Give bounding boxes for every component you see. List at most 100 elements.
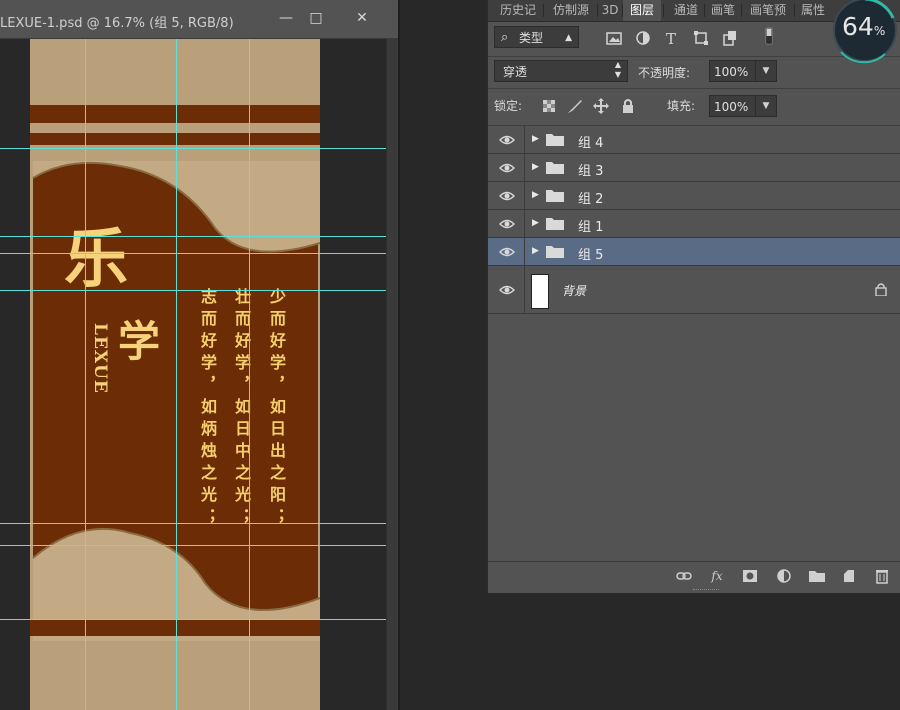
folder-icon <box>546 134 564 146</box>
tab-properties[interactable]: 属性 <box>796 0 830 21</box>
lock-all-icon[interactable] <box>619 97 637 115</box>
folder-icon <box>546 162 564 174</box>
layer-row[interactable]: ▶ 组 3 <box>488 154 900 182</box>
visibility-eye-icon[interactable] <box>499 189 515 203</box>
folder-icon <box>546 218 564 230</box>
blend-mode-value: 穿透 <box>503 65 528 79</box>
chevron-updown-icon: ▲ <box>565 33 572 43</box>
filter-pixel-icon[interactable] <box>605 29 623 47</box>
filter-shape-icon[interactable] <box>692 29 710 47</box>
guide-horizontal[interactable] <box>0 253 386 254</box>
art-top-band-2 <box>30 133 320 145</box>
lock-transparency-icon[interactable] <box>540 97 558 115</box>
layer-thumbnail <box>531 274 549 309</box>
link-layers-icon[interactable] <box>675 568 693 584</box>
expand-triangle-icon[interactable]: ▶ <box>532 162 539 172</box>
visibility-eye-icon[interactable] <box>499 161 515 175</box>
opacity-value: 100% <box>714 65 749 79</box>
filter-type-icon[interactable]: T <box>663 29 681 47</box>
tab-history[interactable]: 历史记 <box>496 0 540 21</box>
performance-number: 64 <box>842 12 874 41</box>
art-poem-column-2: 壮而好学，如日中之光； <box>232 288 251 530</box>
tab-3d[interactable]: 3D <box>599 0 621 21</box>
svg-text:T: T <box>666 30 676 47</box>
guide-vertical[interactable] <box>176 39 177 710</box>
art-top-band-1 <box>30 105 320 123</box>
tab-brush[interactable]: 画笔 <box>706 0 740 21</box>
fill-label: 填充: <box>667 99 696 113</box>
folder-icon <box>546 246 564 258</box>
filter-smart-object-icon[interactable] <box>721 29 739 47</box>
performance-unit: % <box>873 24 886 38</box>
lock-image-pixels-icon[interactable] <box>566 97 584 115</box>
expand-triangle-icon[interactable]: ▶ <box>532 190 539 200</box>
visibility-eye-icon[interactable] <box>499 283 515 297</box>
maximize-button[interactable]: □ <box>303 8 329 28</box>
blend-mode-dropdown[interactable]: 穿透 ▲ ▼ <box>494 60 628 82</box>
minimize-button[interactable]: — <box>273 8 299 28</box>
fill-field[interactable]: 100% ▼ <box>709 95 777 117</box>
art-brand-text: LEXUE <box>90 323 110 394</box>
tab-layers[interactable]: 图层 <box>623 0 661 21</box>
expand-triangle-icon[interactable]: ▶ <box>532 218 539 228</box>
layer-row[interactable]: ▶ 组 4 <box>488 126 900 154</box>
guide-horizontal[interactable] <box>0 236 386 237</box>
performance-value: 64% <box>842 12 885 41</box>
trash-icon[interactable] <box>873 568 891 584</box>
add-mask-icon[interactable] <box>741 568 759 584</box>
guide-horizontal[interactable] <box>0 148 386 149</box>
filter-adjustment-icon[interactable] <box>634 29 652 47</box>
filter-kind-value: 类型 <box>519 31 544 45</box>
layers-panel-dock: 历史记 仿制源 3D 图层 通道 画笔 画笔预 属性 ⌕ 类型 ▲ T 穿透 ▲ <box>487 0 900 593</box>
new-layer-icon[interactable] <box>840 568 858 584</box>
guide-vertical[interactable] <box>249 39 250 710</box>
layer-name[interactable]: 组 5 <box>578 244 603 263</box>
art-xue-char: 学 <box>118 317 161 366</box>
expand-triangle-icon[interactable]: ▶ <box>532 134 539 144</box>
guide-horizontal[interactable] <box>0 523 386 524</box>
opacity-field[interactable]: 100% ▼ <box>709 60 777 82</box>
layer-style-fx-button[interactable]: fx <box>708 568 726 584</box>
layer-row-selected[interactable]: ▶ 组 5 <box>488 238 900 266</box>
guide-horizontal[interactable] <box>0 619 386 620</box>
visibility-eye-icon[interactable] <box>499 133 515 147</box>
chevron-down-icon[interactable]: ▼ <box>755 96 776 116</box>
canvas-area[interactable]: 乐 学 LEXUE 少而好学，如日出之阳； 壮而好学，如日中之光； 志而好学，如… <box>0 39 386 710</box>
layer-name[interactable]: 组 4 <box>578 132 603 151</box>
guide-vertical[interactable] <box>85 39 86 710</box>
expand-triangle-icon[interactable]: ▶ <box>532 246 539 256</box>
artboard: 乐 学 LEXUE 少而好学，如日出之阳； 壮而好学，如日中之光； 志而好学，如… <box>30 39 320 710</box>
layers-footer-toolbar: fx <box>488 561 900 590</box>
chevron-down-icon[interactable]: ▼ <box>755 61 776 81</box>
lock-position-icon[interactable] <box>592 97 610 115</box>
filter-toggle-icon[interactable] <box>760 27 778 45</box>
tab-channels[interactable]: 通道 <box>668 0 704 21</box>
guide-horizontal[interactable] <box>0 290 386 291</box>
lock-icon <box>875 283 887 296</box>
folder-icon <box>546 190 564 202</box>
document-titlebar[interactable]: LEXUE-1.psd @ 16.7% (组 5, RGB/8) — □ ✕ <box>0 0 398 39</box>
background-layer-row[interactable]: 背景 <box>488 266 900 314</box>
resize-grip[interactable] <box>693 589 719 593</box>
document-title: LEXUE-1.psd @ 16.7% (组 5, RGB/8) <box>0 16 234 31</box>
layer-name[interactable]: 背景 <box>562 282 586 299</box>
layer-name[interactable]: 组 2 <box>578 188 603 207</box>
adjustment-layer-icon[interactable] <box>776 568 794 584</box>
layers-empty-area[interactable] <box>488 316 900 560</box>
lock-label: 锁定: <box>494 99 523 113</box>
visibility-eye-icon[interactable] <box>499 245 515 259</box>
filter-kind-dropdown[interactable]: ⌕ 类型 ▲ <box>494 26 579 48</box>
visibility-eye-icon[interactable] <box>499 217 515 231</box>
art-poem-column-3: 志而好学，如炳烛之光； <box>198 288 217 530</box>
guide-horizontal[interactable] <box>0 545 386 546</box>
opacity-label: 不透明度: <box>638 66 691 80</box>
layer-name[interactable]: 组 3 <box>578 160 603 179</box>
layer-row[interactable]: ▶ 组 1 <box>488 210 900 238</box>
layers-list: ▶ 组 4 ▶ 组 3 ▶ 组 2 ▶ 组 1 ▶ 组 5 背景 <box>488 126 900 316</box>
close-button[interactable]: ✕ <box>349 8 375 28</box>
tab-clone-source[interactable]: 仿制源 <box>547 0 595 21</box>
layer-row[interactable]: ▶ 组 2 <box>488 182 900 210</box>
tab-brush-presets[interactable]: 画笔预 <box>744 0 792 21</box>
new-group-folder-icon[interactable] <box>808 568 826 584</box>
layer-name[interactable]: 组 1 <box>578 216 603 235</box>
